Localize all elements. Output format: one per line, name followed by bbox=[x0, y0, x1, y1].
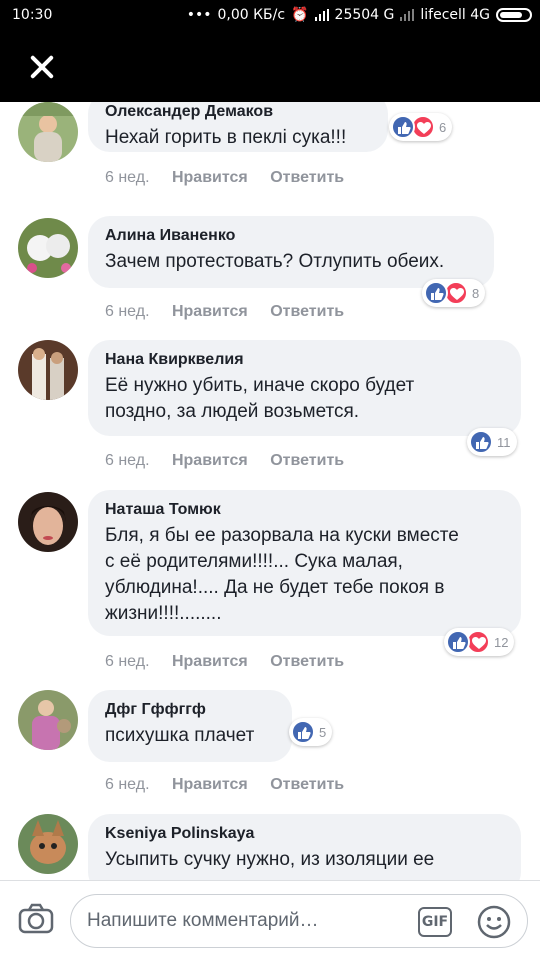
like-icon bbox=[469, 430, 493, 454]
top-bar bbox=[0, 32, 540, 102]
emoji-icon[interactable] bbox=[476, 904, 512, 945]
reaction-count: 8 bbox=[472, 285, 480, 301]
comment-age[interactable]: 6 нед. bbox=[105, 303, 150, 321]
comment-actions: 6 нед. Нравится Ответить bbox=[105, 169, 362, 187]
carrier-label: lifecell 4G bbox=[420, 7, 490, 23]
comment-age[interactable]: 6 нед. bbox=[105, 653, 150, 671]
comment-age[interactable]: 6 нед. bbox=[105, 776, 150, 794]
avatar[interactable] bbox=[18, 814, 78, 874]
data-usage: 25504 G bbox=[334, 7, 395, 23]
comment-composer: Напишите комментарий… GIF bbox=[0, 880, 540, 960]
comment-input[interactable]: Напишите комментарий… GIF bbox=[70, 894, 528, 948]
comment-author[interactable]: Наташа Томюк bbox=[105, 500, 505, 520]
comment-text: Зачем протестовать? Отлупить обеих. bbox=[105, 251, 445, 272]
reaction-summary[interactable]: 12 bbox=[444, 628, 515, 656]
comment-text-line: ублюдина!.... Да не будет тебе покоя в bbox=[105, 577, 445, 598]
comment-feed[interactable]: Олександер Демаков Нехай горить в пеклі … bbox=[0, 102, 540, 880]
reply-link[interactable]: Ответить bbox=[270, 776, 344, 794]
comment-author[interactable]: Нана Квирквелия bbox=[105, 350, 505, 370]
comment-bubble[interactable]: Нана Квирквелия Её нужно убить, иначе ск… bbox=[88, 340, 521, 436]
comment-author[interactable]: Дфг Гффггф bbox=[105, 700, 276, 720]
comment-text-line: поздно, за людей возьмется. bbox=[105, 401, 360, 422]
comment-placeholder: Напишите комментарий… bbox=[87, 910, 319, 931]
avatar[interactable] bbox=[18, 218, 78, 278]
like-icon bbox=[391, 115, 415, 139]
comment-actions: 6 нед. Нравится Ответить bbox=[105, 452, 362, 470]
like-icon bbox=[424, 281, 448, 305]
comment-author[interactable]: Алина Иваненко bbox=[105, 226, 478, 246]
comment-text: Усыпить сучку нужно, из изоляции ее bbox=[105, 849, 435, 870]
reaction-count: 6 bbox=[439, 119, 447, 135]
avatar[interactable] bbox=[18, 102, 78, 162]
battery-icon bbox=[496, 8, 532, 22]
comment-author[interactable]: Олександер Демаков bbox=[105, 102, 372, 122]
reaction-summary[interactable]: 6 bbox=[389, 113, 453, 141]
status-right: ••• 0,00 КБ/с ⏰ 25504 G lifecell 4G bbox=[187, 7, 532, 23]
avatar[interactable] bbox=[18, 492, 78, 552]
reaction-count: 5 bbox=[319, 724, 327, 740]
reply-link[interactable]: Ответить bbox=[270, 169, 344, 187]
comment-actions: 6 нед. Нравится Ответить bbox=[105, 653, 362, 671]
reaction-summary[interactable]: 11 bbox=[467, 428, 517, 456]
comment-bubble[interactable]: Kseniya Polinskaya Усыпить сучку нужно, … bbox=[88, 814, 521, 880]
comment-bubble[interactable]: Олександер Демаков Нехай горить в пеклі … bbox=[88, 102, 388, 152]
comment-age[interactable]: 6 нед. bbox=[105, 169, 150, 187]
status-bar: 10:30 ••• 0,00 КБ/с ⏰ 25504 G lifecell 4… bbox=[0, 0, 540, 32]
status-time: 10:30 bbox=[12, 7, 53, 23]
comment-bubble[interactable]: Наташа Томюк Бля, я бы ее разорвала на к… bbox=[88, 490, 521, 636]
comment-bubble[interactable]: Алина Иваненко Зачем протестовать? Отлуп… bbox=[88, 216, 494, 288]
gif-button[interactable]: GIF bbox=[418, 907, 452, 937]
comment-age[interactable]: 6 нед. bbox=[105, 452, 150, 470]
comment-bubble[interactable]: Дфг Гффггф психушка плачет bbox=[88, 690, 292, 762]
reply-link[interactable]: Ответить bbox=[270, 452, 344, 470]
comment-text-line: жизни!!!!........ bbox=[105, 603, 222, 624]
like-link[interactable]: Нравится bbox=[172, 776, 248, 794]
comment-text-line: Её нужно убить, иначе скоро будет bbox=[105, 375, 415, 396]
reaction-summary[interactable]: 5 bbox=[289, 718, 333, 746]
comment-actions: 6 нед. Нравится Ответить bbox=[105, 303, 362, 321]
comment-actions: 6 нед. Нравится Ответить bbox=[105, 776, 362, 794]
network-speed: 0,00 КБ/с bbox=[217, 7, 286, 23]
camera-icon[interactable] bbox=[18, 903, 54, 940]
reaction-count: 12 bbox=[494, 634, 509, 650]
comment-text: психушка плачет bbox=[105, 725, 255, 746]
comment-author[interactable]: Kseniya Polinskaya bbox=[105, 824, 505, 844]
comment-text-line: с её родителями!!!!... Сука малая, bbox=[105, 551, 403, 572]
avatar[interactable] bbox=[18, 690, 78, 750]
like-link[interactable]: Нравится bbox=[172, 653, 248, 671]
comment-text: Нехай горить в пеклі сука!!! bbox=[105, 127, 347, 148]
signal-icon-2 bbox=[400, 9, 415, 21]
reaction-summary[interactable]: 8 bbox=[422, 279, 486, 307]
reply-link[interactable]: Ответить bbox=[270, 303, 344, 321]
signal-icon bbox=[314, 9, 329, 21]
more-dots-icon: ••• bbox=[186, 7, 212, 23]
like-link[interactable]: Нравится bbox=[172, 303, 248, 321]
like-link[interactable]: Нравится bbox=[172, 169, 248, 187]
reaction-count: 11 bbox=[497, 434, 511, 450]
like-icon bbox=[291, 720, 315, 744]
like-icon bbox=[446, 630, 470, 654]
alarm-icon: ⏰ bbox=[291, 7, 309, 23]
close-icon[interactable] bbox=[22, 48, 62, 88]
reply-link[interactable]: Ответить bbox=[270, 653, 344, 671]
comment-text-line: Бля, я бы ее разорвала на куски вместе bbox=[105, 525, 459, 546]
avatar[interactable] bbox=[18, 340, 78, 400]
like-link[interactable]: Нравится bbox=[172, 452, 248, 470]
